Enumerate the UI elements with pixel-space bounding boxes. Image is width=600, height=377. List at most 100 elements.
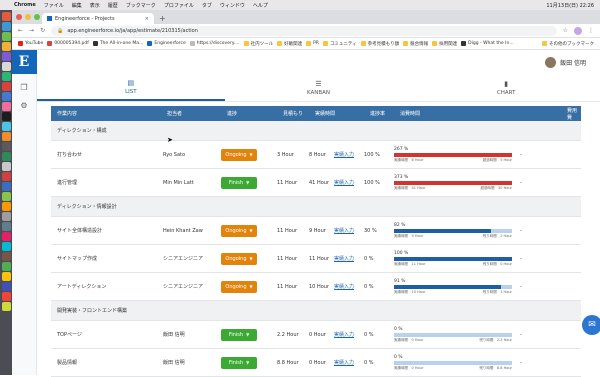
actual-input-link[interactable]: 実績入力 (334, 284, 354, 290)
bookmark-folder[interactable]: 社内ツール (243, 41, 273, 47)
close-tab-icon[interactable]: × (145, 16, 149, 22)
other-bookmarks[interactable]: その他のブックマーク (542, 41, 594, 47)
more-menu-icon[interactable]: ⋮ (588, 27, 594, 34)
menu-item[interactable]: ウィンドウ (220, 2, 245, 9)
menu-item[interactable]: 履歴 (108, 2, 118, 9)
status-dropdown-button[interactable]: Finish ▼ (221, 328, 257, 341)
dock-app-icon[interactable] (1, 22, 11, 31)
status-dropdown-button[interactable]: Finish ▼ (221, 176, 257, 189)
dock-app-icon[interactable] (1, 192, 11, 201)
actual-input-link[interactable]: 実績入力 (334, 152, 354, 158)
status-dropdown-button[interactable]: Ongoing ▼ (221, 148, 257, 161)
browser-tab[interactable]: Engineerforce - Projects × (42, 13, 154, 24)
dock-app-icon[interactable] (1, 72, 11, 81)
bookmark-item[interactable]: YouTube (18, 41, 43, 46)
bookmark-folder[interactable]: コミュニティ (322, 41, 357, 47)
dock-app-icon[interactable] (1, 212, 11, 221)
dock-app-icon[interactable] (1, 162, 11, 171)
column-header[interactable]: 実績時間 (309, 110, 364, 117)
column-header[interactable]: 担当者 (161, 110, 221, 117)
tab-list[interactable]: ▤ LIST (37, 74, 225, 101)
actual-input-link[interactable]: 実績入力 (334, 180, 354, 186)
dock-app-icon[interactable] (1, 82, 11, 91)
user-name[interactable]: 飯田 信明 (560, 58, 586, 67)
bookmark-folder[interactable]: 競合情報 (403, 41, 428, 47)
reload-icon[interactable]: ↻ (40, 27, 45, 34)
star-icon[interactable]: ☆ (563, 27, 568, 34)
tab-kanban[interactable]: ☰ KANBAN (225, 74, 413, 101)
menu-item[interactable]: ブックマーク (126, 2, 156, 9)
dock-app-icon[interactable] (1, 62, 11, 71)
close-window-icon[interactable] (16, 14, 22, 20)
dock-app-icon[interactable] (1, 282, 11, 291)
bookmark-item[interactable]: Digg - What the In... (461, 41, 514, 46)
bookmark-item[interactable]: Engineerforce (147, 41, 186, 46)
column-header[interactable]: 進捗率 (364, 110, 394, 117)
bookmark-folder[interactable]: 採用関連 (432, 41, 457, 47)
status-dropdown-button[interactable]: Finish ▼ (221, 356, 257, 369)
bookmark-folder[interactable]: 参考見積もり額 (360, 41, 399, 47)
actual-input-link[interactable]: 実績入力 (334, 332, 354, 338)
dock-app-icon[interactable] (1, 12, 11, 21)
dock-app-icon[interactable] (1, 182, 11, 191)
dock-app-icon[interactable] (1, 132, 11, 141)
tab-label: KANBAN (306, 89, 331, 96)
chat-icon[interactable]: ✉ (582, 315, 600, 335)
column-header[interactable]: 費用費 (561, 107, 581, 121)
maximize-window-icon[interactable] (34, 14, 40, 20)
dock-app-icon[interactable] (1, 102, 11, 111)
dock-app-icon[interactable] (1, 262, 11, 271)
dock-app-icon[interactable] (1, 32, 11, 41)
minimize-window-icon[interactable] (25, 14, 31, 20)
copy-icon[interactable]: ❐ (20, 83, 27, 92)
dock-app-icon[interactable] (1, 242, 11, 251)
user-avatar[interactable] (545, 56, 557, 68)
dock-app-icon[interactable] (1, 52, 11, 61)
bookmark-folder[interactable]: PR (306, 41, 319, 46)
column-header[interactable]: 見積もり (277, 110, 309, 117)
dock-app-icon[interactable] (1, 292, 11, 301)
column-header[interactable]: 進捗 (221, 110, 277, 117)
menu-item[interactable]: プロファイル (164, 2, 194, 9)
bookmark-item[interactable]: 000005394.pdf (47, 41, 89, 46)
dock-app-icon[interactable] (1, 152, 11, 161)
actual-input-link[interactable]: 実績入力 (334, 256, 354, 262)
forward-icon[interactable]: → (29, 27, 34, 34)
status-dropdown-button[interactable]: Ongoing ▼ (221, 280, 257, 293)
menu-item[interactable]: ヘルプ (253, 2, 268, 9)
assignee: 飯田 信明 (163, 332, 185, 338)
actual-input-link[interactable]: 実績入力 (334, 228, 354, 234)
dock-app-icon[interactable] (1, 272, 11, 281)
new-tab-icon[interactable]: + (159, 14, 166, 24)
dock-app-icon[interactable] (1, 232, 11, 241)
tab-chart[interactable]: ▮ CHART (412, 74, 600, 101)
status-dropdown-button[interactable]: Ongoing ▼ (221, 252, 257, 265)
dock-app-icon[interactable] (1, 112, 11, 121)
back-icon[interactable]: ← (18, 27, 23, 34)
profile-avatar[interactable] (574, 26, 582, 35)
menu-item[interactable]: 表示 (90, 2, 100, 9)
bookmark-item[interactable]: https://discovery.... (189, 41, 240, 46)
dock-app-icon[interactable] (1, 202, 11, 211)
gear-icon[interactable]: ⚙ (20, 101, 27, 110)
column-header[interactable]: 消費時間 (394, 110, 514, 117)
app-logo[interactable]: E (11, 50, 37, 74)
dock-app-icon[interactable] (1, 222, 11, 231)
dock-app-icon[interactable] (1, 172, 11, 181)
dock-app-icon[interactable] (1, 252, 11, 261)
dock-app-icon[interactable] (1, 302, 11, 311)
status-dropdown-button[interactable]: Ongoing ▼ (221, 224, 257, 237)
menu-app-name[interactable]: Chrome (14, 2, 36, 8)
dock-app-icon[interactable] (1, 92, 11, 101)
actual-input-link[interactable]: 実績入力 (334, 360, 354, 366)
bookmark-folder[interactable]: 好敵関連 (277, 41, 302, 47)
dock-app-icon[interactable] (1, 42, 11, 51)
bookmark-item[interactable]: The All-in-one Ma... (92, 41, 143, 46)
dock-app-icon[interactable] (1, 142, 11, 151)
menu-item[interactable]: 編集 (72, 2, 82, 9)
dock-app-icon[interactable] (1, 122, 11, 131)
menu-item[interactable]: ファイル (44, 2, 64, 9)
menu-item[interactable]: タブ (202, 2, 212, 9)
column-header[interactable]: 作業内容 (51, 110, 161, 117)
address-bar[interactable]: 🔒 app.engineerforce.io/ja/app/estimate/2… (51, 25, 557, 36)
